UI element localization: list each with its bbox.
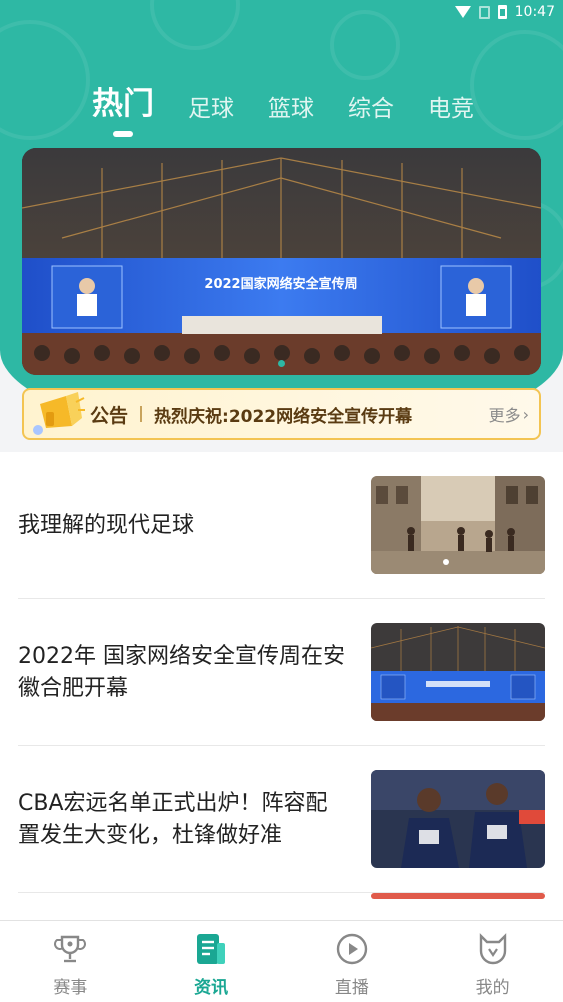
nav-item-news[interactable]: 资讯 [141,921,282,1002]
conference-photo [371,623,545,721]
tab-active-indicator [113,131,133,137]
status-time: 10:47 [514,4,555,20]
nav-item-live[interactable]: 直播 [282,921,423,1002]
nav-label: 直播 [334,978,369,998]
banner-image: 2022国家网络安全宣传周 [22,148,541,375]
tab-general[interactable]: 综合 [348,89,394,137]
tab-label: 篮球 [268,96,314,122]
tab-hot[interactable]: 热门 [92,78,154,137]
street-football-photo [371,476,545,574]
play-icon [336,933,368,965]
news-item[interactable]: 2022年 国家网络安全宣传周在安徽合肥开幕 [18,599,545,746]
nav-label: 赛事 [53,978,88,998]
nav-label: 我的 [475,978,510,998]
banner-dot-active[interactable] [278,360,285,367]
tab-football[interactable]: 足球 [188,89,234,137]
category-tabs: 热门 足球 篮球 综合 电竞 [92,78,508,137]
news-item[interactable]: CBA宏远名单正式出炉！阵容配置发生大变化，杜锋做好准 [18,746,545,893]
banner-carousel[interactable]: 2022国家网络安全宣传周 [22,148,541,375]
basketball-players-photo [371,770,545,868]
news-item[interactable] [18,893,545,922]
notice-text[interactable]: 热烈庆祝:2022网络安全宣传开幕 [154,402,489,427]
news-title: CBA宏远名单正式出炉！阵容配置发生大变化，杜锋做好准 [18,791,328,848]
news-thumbnail-partial [371,893,545,899]
notice-bar[interactable]: 公告 热烈庆祝:2022网络安全宣传开幕 更多 › [22,388,541,440]
news-icon [197,934,226,964]
news-item[interactable]: 我理解的现代足球 [18,452,545,599]
trophy-icon [54,935,87,963]
nav-item-profile[interactable]: 我的 [422,921,563,1002]
news-title: 我理解的现代足球 [18,513,195,538]
notice-divider [140,406,143,422]
notice-more-label: 更多 [488,406,521,425]
notice-more-link[interactable]: 更多 › [489,402,529,426]
status-bar: 10:47 [0,0,563,26]
banner-screen-title: 2022国家网络安全宣传周 [204,276,357,292]
notice-label: 公告 [90,404,129,427]
tab-basketball[interactable]: 篮球 [268,89,314,137]
tab-label: 热门 [92,86,154,122]
news-title: 2022年 国家网络安全宣传周在安徽合肥开幕 [18,644,345,701]
nav-label: 资讯 [194,978,229,998]
sim-icon [478,5,490,19]
news-list: 我理解的现代足球 2022年 国家网络安全宣传周在安徽合肥开幕 CBA宏远名单正… [0,452,563,922]
megaphone-icon [28,388,86,440]
banner-pagination [22,360,541,367]
tab-label: 电竞 [428,96,474,122]
tab-label: 足球 [188,96,234,122]
tab-esports[interactable]: 电竞 [428,89,474,137]
profile-icon [479,933,506,965]
bottom-navigation: 赛事 资讯 直播 我的 [0,920,563,1002]
news-page: 10:47 热门 足球 篮球 综合 电竞 2022国家网络安全宣传周 公告 热烈… [0,0,563,1002]
wifi-icon [454,6,471,18]
chevron-right-icon: › [522,404,529,424]
battery-icon [497,5,507,19]
tab-label: 综合 [348,96,394,122]
nav-item-matches[interactable]: 赛事 [0,921,141,1002]
